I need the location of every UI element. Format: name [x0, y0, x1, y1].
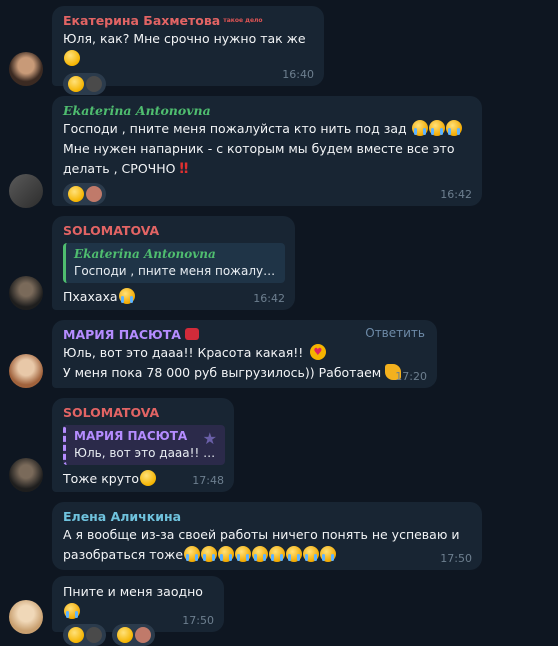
- message-time: 17:50: [440, 552, 472, 565]
- message-text: А я вообще из-за своей работы ничего пон…: [63, 527, 460, 542]
- message-author[interactable]: Ekaterina Antonovna: [63, 102, 472, 119]
- quote-author: МАРИЯ ПАСЮТА: [74, 429, 188, 443]
- message-author[interactable]: SOLOMATOVA: [63, 404, 224, 421]
- double-exclamation-icon: ‼: [179, 161, 189, 177]
- avatar[interactable]: [9, 458, 43, 492]
- message-bubble: SOLOMATOVA МАРИЯ ПАСЮТА Юль, вот это даа…: [52, 398, 234, 492]
- message-bubble: Екатерина Бахметова такое дело Юля, как? …: [52, 6, 324, 95]
- message-author[interactable]: SOLOMATOVA: [63, 222, 285, 239]
- reaction-rofl[interactable]: [112, 624, 155, 646]
- message-text: Пхахаха: [63, 287, 285, 307]
- sob-emoji: [201, 546, 218, 562]
- rofl-emoji: [117, 627, 133, 643]
- reactor-avatar: [86, 76, 102, 92]
- avatar[interactable]: [9, 52, 43, 86]
- reactor-avatar: [86, 186, 102, 202]
- message-author[interactable]: Екатерина Бахметова такое дело: [63, 12, 314, 29]
- reaction-rofl[interactable]: [63, 183, 106, 205]
- sob-emoji: [235, 546, 252, 562]
- quote-text: Юль, вот это дааа!! Кр...: [74, 446, 217, 460]
- sob-emoji: [303, 546, 320, 562]
- reply-quote[interactable]: Ekaterina Antonovna Господи , пните меня…: [63, 243, 285, 283]
- reply-quote[interactable]: МАРИЯ ПАСЮТА Юль, вот это дааа!! Кр... ★: [63, 425, 225, 465]
- avatar[interactable]: [9, 276, 43, 310]
- reactor-avatar: [86, 627, 102, 643]
- laughing-emoji: [118, 288, 135, 304]
- reactions: [63, 624, 214, 646]
- message-time: 16:40: [282, 68, 314, 81]
- grin-emoji: [68, 627, 84, 643]
- sweat-smile-emoji: [428, 120, 445, 136]
- message-text: разобраться тоже: [63, 545, 472, 565]
- message-time: 17:20: [395, 370, 427, 383]
- message-text: Юля, как? Мне срочно нужно так же: [63, 29, 314, 69]
- message-text: Юль, вот это дааа!! Красота какая!!: [63, 343, 427, 363]
- heart-eyes-emoji: [310, 343, 327, 363]
- message-text: У меня пока 78 000 руб выгрузилось)) Раб…: [63, 363, 427, 383]
- laughing-emoji: [64, 603, 80, 619]
- author-badge: такое дело: [223, 17, 263, 24]
- message-time: 16:42: [253, 292, 285, 305]
- reaction-grin[interactable]: [63, 73, 106, 95]
- quote-text: Господи , пните меня пожалуй...: [74, 264, 277, 278]
- reactor-avatar: [135, 627, 151, 643]
- reaction-grin[interactable]: [63, 624, 106, 646]
- message-text: Господи , пните меня пожалуйста кто нить…: [63, 119, 472, 139]
- message-bubble: Пните и меня заодно 17:50: [52, 576, 224, 646]
- sweat-smile-emoji: [411, 120, 428, 136]
- starstruck-emoji: [140, 470, 157, 486]
- sob-emoji: [184, 546, 201, 562]
- smile-emoji: [64, 50, 80, 66]
- avatar[interactable]: [9, 600, 43, 634]
- sob-emoji: [269, 546, 286, 562]
- message-bubble: SOLOMATOVA Ekaterina Antonovna Господи ,…: [52, 216, 295, 310]
- reactions: [63, 73, 314, 95]
- sob-emoji: [252, 546, 269, 562]
- message-bubble: Елена Аличкина А я вообще из-за своей ра…: [52, 502, 482, 570]
- reactions: [63, 183, 472, 205]
- sob-emoji: [218, 546, 235, 562]
- reply-button[interactable]: Ответить: [365, 326, 425, 340]
- avatar[interactable]: [9, 354, 43, 388]
- message-time: 17:48: [192, 474, 224, 487]
- message-bubble: Ekaterina Antonovna Господи , пните меня…: [52, 96, 482, 206]
- grin-emoji: [68, 76, 84, 92]
- devil-icon: [184, 328, 199, 340]
- avatar[interactable]: [9, 174, 43, 208]
- rofl-emoji: [68, 186, 84, 202]
- quote-author: Ekaterina Antonovna: [74, 247, 216, 261]
- message-bubble: МАРИЯ ПАСЮТА Ответить Юль, вот это дааа!…: [52, 320, 437, 388]
- star-icon: ★: [202, 429, 217, 448]
- sweat-smile-emoji: [445, 120, 462, 136]
- message-author[interactable]: Елена Аличкина: [63, 508, 472, 525]
- message-text: Мне нужен напарник - с которым мы будем …: [63, 141, 455, 156]
- sob-emoji: [286, 546, 303, 562]
- message-text: делать , СРОЧНО ‼: [63, 161, 189, 177]
- message-time: 16:42: [440, 188, 472, 201]
- sob-emoji: [320, 546, 337, 562]
- message-time: 17:50: [182, 614, 214, 627]
